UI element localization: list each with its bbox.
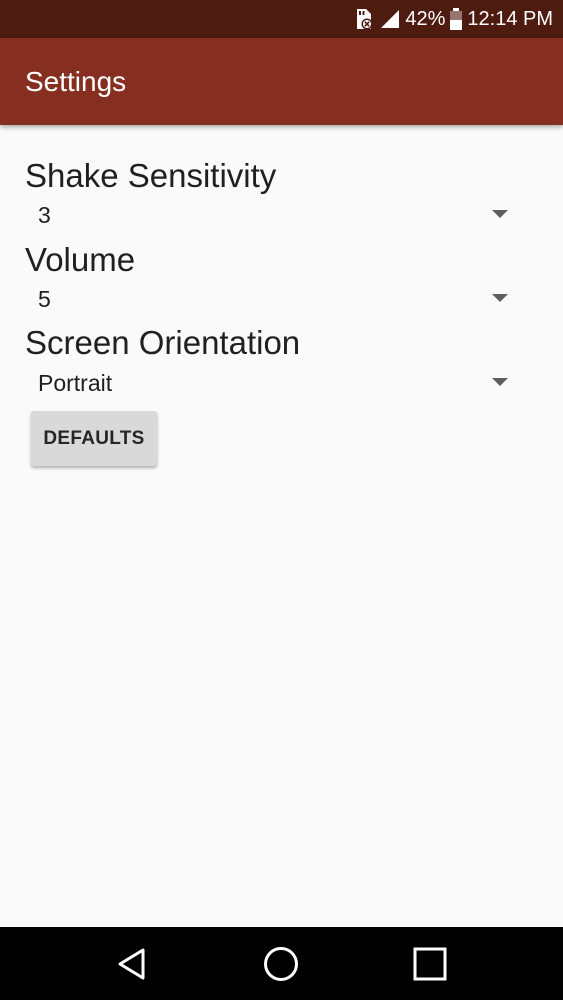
screen-orientation-spinner[interactable]: Portrait (25, 363, 515, 403)
page-title: Settings (25, 65, 127, 97)
recents-button[interactable] (390, 927, 470, 1000)
defaults-button[interactable]: DEFAULTS (31, 411, 157, 466)
back-icon (118, 948, 145, 979)
back-button[interactable] (92, 927, 172, 1000)
shake-sensitivity-label: Shake Sensitivity (25, 157, 277, 194)
signal-icon (379, 8, 401, 30)
shake-sensitivity-spinner[interactable]: 3 (25, 195, 515, 235)
shake-sensitivity-value: 3 (38, 201, 51, 228)
volume-spinner[interactable]: 5 (25, 279, 515, 319)
clock: 12:14 PM (467, 7, 553, 30)
recents-icon (413, 947, 447, 980)
dropdown-arrow-icon (492, 294, 508, 302)
navigation-bar (0, 927, 563, 1000)
sd-card-error-icon (353, 7, 375, 31)
screen-orientation-value: Portrait (38, 369, 113, 396)
battery-percent: 42% (405, 7, 446, 30)
dropdown-arrow-icon (492, 378, 508, 386)
home-icon (264, 946, 298, 981)
home-button[interactable] (241, 927, 321, 1000)
volume-label: Volume (25, 241, 136, 278)
battery-icon (449, 7, 463, 31)
app-bar: Settings (0, 38, 563, 125)
dropdown-arrow-icon (492, 210, 508, 218)
screen-orientation-label: Screen Orientation (25, 324, 301, 361)
status-bar: 42% 12:14 PM (0, 0, 563, 38)
volume-value: 5 (38, 285, 51, 312)
